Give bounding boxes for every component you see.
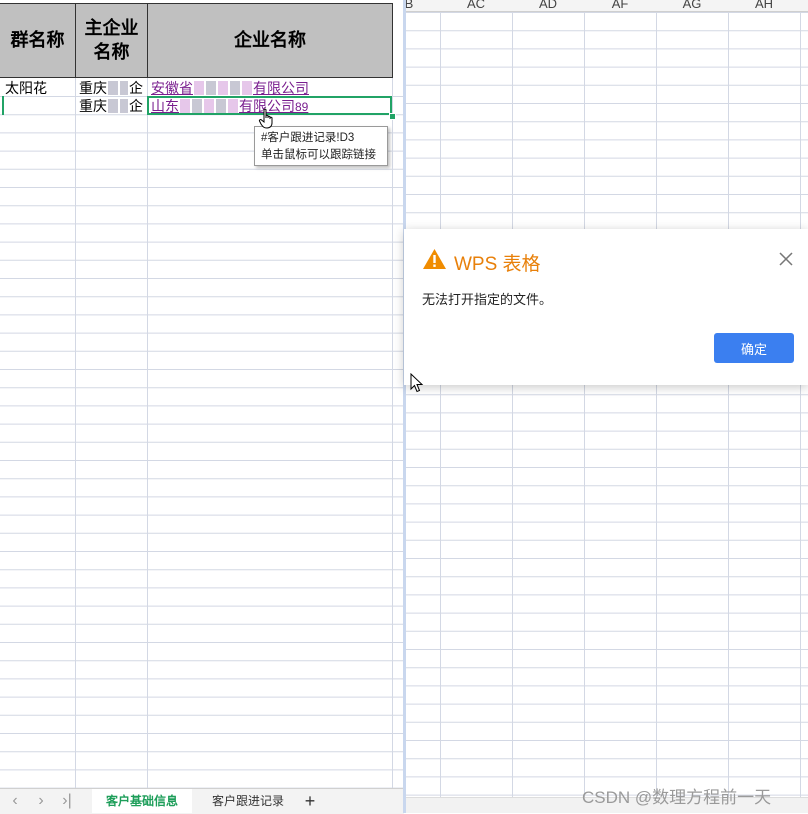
column-header-ad[interactable]: AD — [513, 0, 583, 11]
sheet-tab-bar: ‹ › ›| 客户基础信息 客户跟进记录 + — [0, 788, 404, 814]
column-header-b[interactable]: B — [406, 0, 444, 11]
cell-main-row2[interactable]: 重庆企 — [79, 97, 143, 115]
redaction-block — [108, 99, 118, 113]
error-dialog: WPS 表格 无法打开指定的文件。 确定 — [404, 229, 808, 385]
tab-customer-basic-info[interactable]: 客户基础信息 — [92, 789, 192, 813]
close-icon[interactable] — [778, 251, 794, 267]
dialog-message: 无法打开指定的文件。 — [422, 292, 553, 307]
company-link-row1[interactable]: 安徽省 有限公司 — [151, 80, 309, 96]
header-main-company[interactable]: 主企业 名称 — [76, 4, 148, 77]
redaction-block — [206, 81, 216, 95]
mouse-arrow-icon — [410, 373, 424, 393]
right-gridlines — [406, 0, 808, 813]
redaction-block — [218, 81, 228, 95]
redaction-block — [194, 81, 204, 95]
tab-customer-followup[interactable]: 客户跟进记录 — [196, 789, 300, 813]
ok-button[interactable]: 确定 — [714, 333, 794, 363]
column-header-bar: B AC AD AF AG AH — [406, 0, 808, 12]
fill-handle[interactable] — [389, 113, 396, 120]
prev-sheet-icon[interactable]: ‹ — [5, 791, 25, 811]
redaction-block — [108, 81, 118, 95]
cell-company-row1[interactable]: 安徽省 有限公司 — [151, 79, 309, 97]
watermark: CSDN @数理方程前一天 — [582, 788, 772, 807]
header-main-company-label: 主企业 名称 — [84, 17, 139, 63]
column-header-ah[interactable]: AH — [729, 0, 799, 11]
header-group-name-label: 群名称 — [10, 29, 65, 51]
column-header-ag[interactable]: AG — [657, 0, 727, 11]
warning-icon — [423, 249, 446, 269]
column-header-ac[interactable]: AC — [441, 0, 511, 11]
column-header-af[interactable]: AF — [585, 0, 655, 11]
hand-pointer-icon — [258, 108, 273, 129]
row-selection-marker — [2, 96, 4, 115]
dialog-title: WPS 表格 — [454, 254, 541, 275]
add-sheet-button[interactable]: + — [300, 789, 320, 813]
right-sheet-pane[interactable]: B AC AD AF AG AH — [406, 0, 808, 813]
redaction-block — [242, 81, 252, 95]
tooltip-target: #客户跟进记录!D3 — [261, 132, 355, 144]
header-bottom-border — [0, 77, 393, 78]
cell-main-row1[interactable]: 重庆企 — [79, 79, 143, 97]
left-gridlines — [0, 78, 404, 790]
tooltip-hint: 单击鼠标可以跟踪链接 — [261, 149, 376, 161]
header-group-name[interactable]: 群名称 — [0, 4, 76, 77]
header-company-name[interactable]: 企业名称 — [148, 4, 393, 77]
redaction-block — [120, 81, 128, 95]
last-sheet-icon[interactable]: ›| — [57, 791, 77, 811]
left-sheet-pane[interactable]: 群名称 主企业 名称 企业名称 太阳花 重庆企 安徽省 有限公司 重庆企 山东 有限… — [0, 0, 404, 790]
redaction-block — [230, 81, 240, 95]
cell-group-row1[interactable]: 太阳花 — [5, 79, 47, 97]
next-sheet-icon[interactable]: › — [31, 791, 51, 811]
hyperlink-tooltip: #客户跟进记录!D3 单击鼠标可以跟踪链接 — [254, 126, 388, 166]
header-company-name-label: 企业名称 — [234, 29, 306, 51]
redaction-block — [120, 99, 128, 113]
